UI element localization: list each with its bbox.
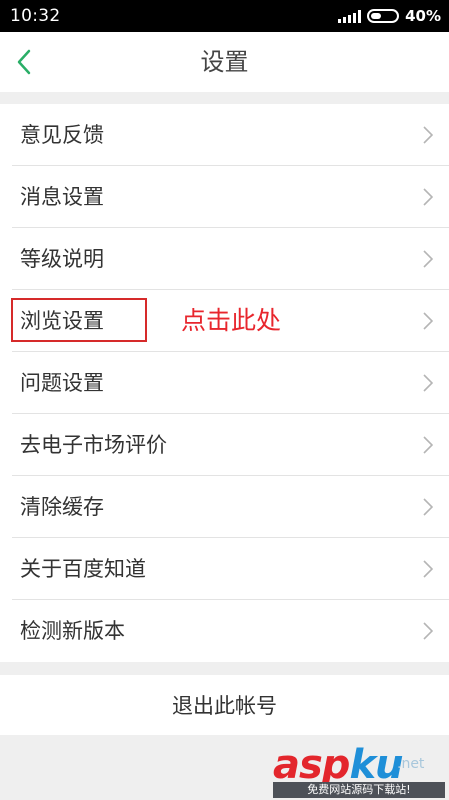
chevron-right-icon [423, 250, 433, 268]
menu-item-label: 检测新版本 [20, 619, 125, 643]
menu-item-label: 消息设置 [20, 185, 104, 209]
highlight-box [11, 298, 147, 342]
chevron-right-icon [423, 498, 433, 516]
chevron-right-icon [423, 312, 433, 330]
page-title: 设置 [200, 48, 249, 76]
battery-percentage: 40% [405, 7, 441, 25]
chevron-right-icon [423, 126, 433, 144]
signal-icon [338, 9, 362, 23]
chevron-right-icon [423, 622, 433, 640]
status-bar: 10:32 40% [0, 0, 449, 32]
watermark-subtitle: 免费网站源码下载站! [273, 782, 445, 798]
annotation-text: 点击此处 [181, 306, 282, 335]
status-time: 10:32 [10, 6, 61, 26]
settings-menu: 意见反馈 消息设置 等级说明 浏览设置 点击此处 问题设置 去电子市场评价 清除… [0, 104, 449, 662]
menu-item-message-settings[interactable]: 消息设置 [0, 166, 449, 228]
header: 设置 [0, 32, 449, 92]
logout-button[interactable]: 退出此帐号 [0, 675, 449, 735]
menu-item-rate-app[interactable]: 去电子市场评价 [0, 414, 449, 476]
menu-item-label: 等级说明 [20, 247, 104, 271]
chevron-right-icon [423, 188, 433, 206]
menu-item-clear-cache[interactable]: 清除缓存 [0, 476, 449, 538]
chevron-right-icon [423, 436, 433, 454]
menu-item-check-update[interactable]: 检测新版本 [0, 600, 449, 662]
menu-item-question-settings[interactable]: 问题设置 [0, 352, 449, 414]
logout-label: 退出此帐号 [172, 694, 277, 718]
watermark-suffix: .net [397, 756, 425, 772]
status-indicators: 40% [338, 7, 441, 25]
chevron-right-icon [423, 560, 433, 578]
menu-item-label: 去电子市场评价 [20, 433, 167, 457]
watermark: aspku .net 免费网站源码下载站! [273, 742, 445, 798]
menu-item-label: 清除缓存 [20, 495, 104, 519]
menu-item-label: 关于百度知道 [20, 557, 146, 581]
chevron-right-icon [423, 374, 433, 392]
menu-item-label: 问题设置 [20, 371, 104, 395]
menu-item-label: 意见反馈 [20, 123, 104, 147]
menu-item-level-info[interactable]: 等级说明 [0, 228, 449, 290]
battery-icon [367, 9, 400, 23]
menu-item-about[interactable]: 关于百度知道 [0, 538, 449, 600]
menu-item-browse-settings[interactable]: 浏览设置 点击此处 [0, 290, 449, 352]
menu-item-feedback[interactable]: 意见反馈 [0, 104, 449, 166]
